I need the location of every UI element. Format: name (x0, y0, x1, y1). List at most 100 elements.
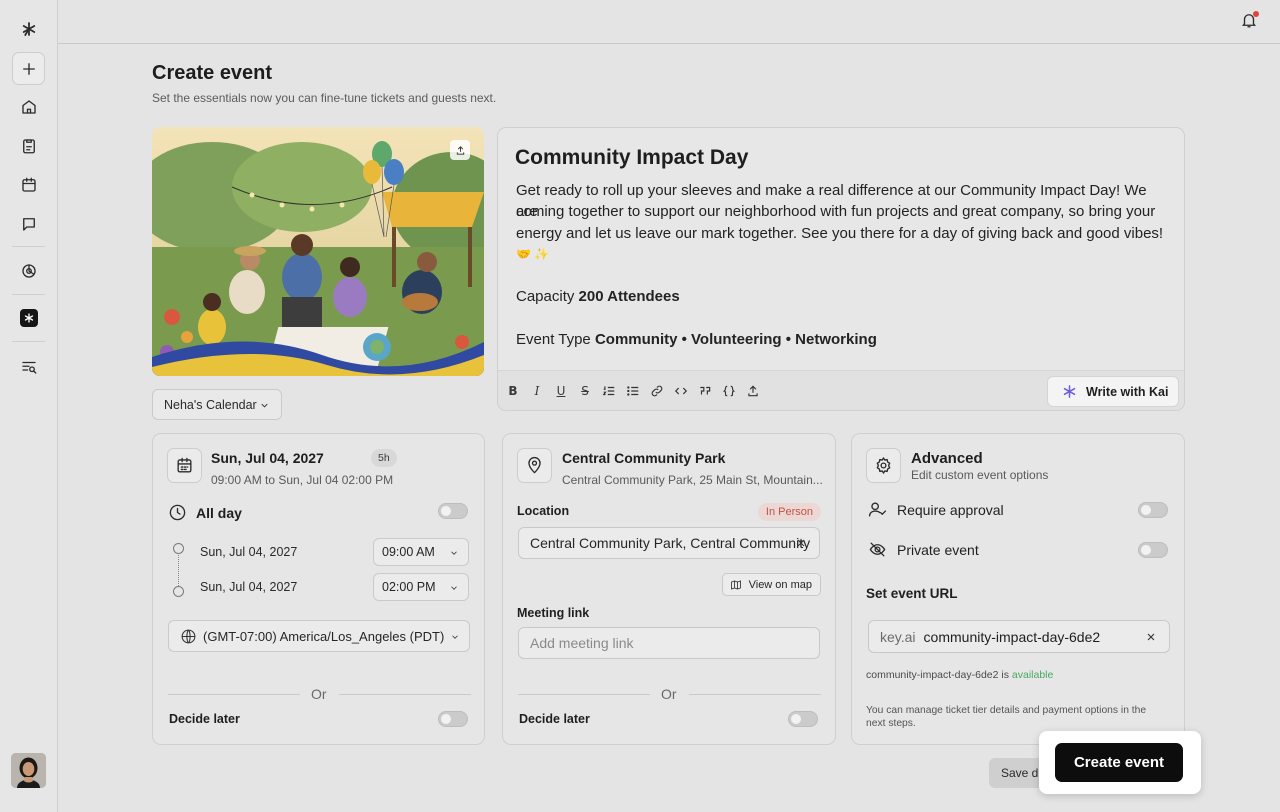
italic-icon[interactable]: I (530, 384, 544, 398)
chat-icon[interactable] (12, 207, 45, 240)
start-time-select[interactable]: 09:00 AM (373, 538, 469, 566)
url-value: community-impact-day-6de2 (923, 628, 1101, 645)
sparkle-icon (1062, 384, 1077, 399)
gear-icon (866, 448, 901, 483)
chevron-down-icon (261, 403, 268, 408)
capacity-line: Capacity 200 Attendees (516, 286, 1166, 307)
start-time-value: 09:00 AM (382, 545, 435, 559)
view-on-map-button[interactable]: View on map (721, 573, 821, 596)
all-day-toggle[interactable] (438, 503, 468, 519)
event-date[interactable]: Sun, Jul 04, 2027 (211, 450, 324, 466)
description-body[interactable]: Get ready to roll up your sleeves and ma… (516, 180, 1166, 350)
bold-icon[interactable]: B (506, 384, 520, 398)
require-approval-toggle[interactable] (1138, 502, 1168, 518)
start-date[interactable]: Sun, Jul 04, 2027 (200, 545, 297, 559)
chevron-down-icon (452, 635, 458, 639)
notification-bell-icon[interactable] (1240, 11, 1260, 31)
decide-later-label: Decide later (169, 712, 240, 726)
timezone-select[interactable]: (GMT-07:00) America/Los_Angeles (PDT) (168, 620, 470, 652)
decide-later-toggle[interactable] (438, 711, 468, 727)
logo-icon[interactable] (12, 12, 45, 45)
end-time-select[interactable]: 02:00 PM (373, 573, 469, 601)
capacity-value: 200 Attendees (578, 288, 680, 306)
description-line: coming together to support our neighborh… (516, 203, 1156, 221)
map-icon (730, 579, 741, 590)
map-pin-icon (517, 448, 552, 483)
globe-icon (180, 628, 197, 645)
sidebar-divider (12, 341, 45, 342)
search-list-icon[interactable] (12, 350, 45, 383)
calendar-select-value: Neha's Calendar (164, 397, 257, 412)
availability-status: available (1011, 669, 1054, 681)
end-date[interactable]: Sun, Jul 04, 2027 (200, 580, 297, 594)
or-separator: Or (153, 686, 484, 702)
capacity-label: Capacity (516, 288, 575, 306)
calendar-select[interactable]: Neha's Calendar (152, 389, 282, 420)
event-url-label: Set event URL (866, 586, 958, 601)
page-subtitle: Set the essentials now you can fine-tune… (152, 91, 497, 105)
underline-icon[interactable]: U (554, 384, 568, 398)
strikethrough-icon[interactable]: S (578, 384, 592, 398)
create-event-button[interactable]: Create event (1055, 743, 1183, 782)
timezone-value: (GMT-07:00) America/Los_Angeles (PDT) (203, 628, 445, 644)
private-event-label: Private event (897, 542, 979, 558)
description-line: Get ready to roll up your sleeves and ma… (516, 182, 1147, 221)
event-type-line: Event Type Community • Volunteering • Ne… (516, 329, 1166, 350)
date-range: 09:00 AM to Sun, Jul 04 02:00 PM (211, 473, 394, 487)
clipboard-icon[interactable] (12, 129, 45, 162)
analytics-icon[interactable] (12, 254, 45, 287)
description-editor[interactable]: Community Impact Day Get ready to roll u… (497, 127, 1185, 411)
top-bar (58, 0, 1280, 44)
decide-later-toggle[interactable] (788, 711, 818, 727)
meeting-link-placeholder: Add meeting link (530, 635, 634, 651)
meeting-link-label: Meeting link (517, 606, 590, 620)
duration-badge: 5h (371, 449, 397, 467)
avatar[interactable] (11, 753, 46, 788)
notification-dot (1253, 11, 1259, 17)
quote-icon[interactable] (698, 384, 712, 398)
home-icon[interactable] (12, 90, 45, 123)
availability-slug: community-impact-day-6de2 is (866, 669, 1009, 681)
code-icon[interactable] (674, 384, 688, 398)
event-name[interactable]: Community Impact Day (515, 146, 748, 170)
write-with-kai-button[interactable]: Write with Kai (1047, 376, 1179, 407)
event-url-input[interactable]: key.ai community-impact-day-6de2 (868, 620, 1170, 653)
bullet-list-icon[interactable] (626, 384, 640, 398)
eye-off-icon (868, 540, 888, 560)
sidebar-divider (12, 294, 45, 295)
meeting-link-input[interactable]: Add meeting link (518, 627, 820, 659)
calendar-icon[interactable] (12, 168, 45, 201)
private-event-toggle[interactable] (1138, 542, 1168, 558)
upload-icon[interactable] (450, 140, 470, 160)
advanced-subtitle: Edit custom event options (911, 468, 1049, 482)
link-icon[interactable] (650, 384, 664, 398)
venue-name: Central Community Park (562, 450, 726, 466)
advanced-card: Advanced Edit custom event options Requi… (851, 433, 1185, 745)
event-type-label: Event Type (516, 331, 591, 349)
close-icon[interactable] (795, 536, 809, 550)
event-type-value: Community • Volunteering • Networking (594, 331, 877, 349)
kai-app-icon[interactable] (12, 301, 45, 334)
ordered-list-icon[interactable] (602, 384, 616, 398)
or-text: Or (311, 686, 327, 702)
view-on-map-label: View on map (748, 578, 812, 591)
end-time-value: 02:00 PM (382, 580, 436, 594)
advanced-title: Advanced (911, 450, 983, 467)
description-line: energy and let us leave our mark togethe… (516, 224, 1164, 242)
or-separator: Or (503, 686, 835, 702)
location-input-value: Central Community Park, Central Communit… (530, 535, 811, 551)
code-block-icon[interactable] (722, 384, 736, 398)
close-icon[interactable] (1145, 630, 1158, 643)
plus-icon[interactable] (12, 52, 45, 85)
sidebar (0, 0, 58, 812)
url-availability: community-impact-day-6de2 is available (866, 669, 1053, 681)
location-label: Location (517, 504, 570, 518)
page-title: Create event (152, 62, 273, 84)
upload-icon[interactable] (746, 384, 760, 398)
create-event-popover: Create event (1039, 731, 1201, 794)
location-input[interactable]: Central Community Park, Central Communit… (518, 527, 820, 559)
write-with-kai-label: Write with Kai (1086, 384, 1169, 399)
chevron-down-icon (451, 586, 457, 590)
payment-note: You can manage ticket tier details and p… (866, 705, 1147, 729)
event-cover-image[interactable] (152, 127, 484, 376)
